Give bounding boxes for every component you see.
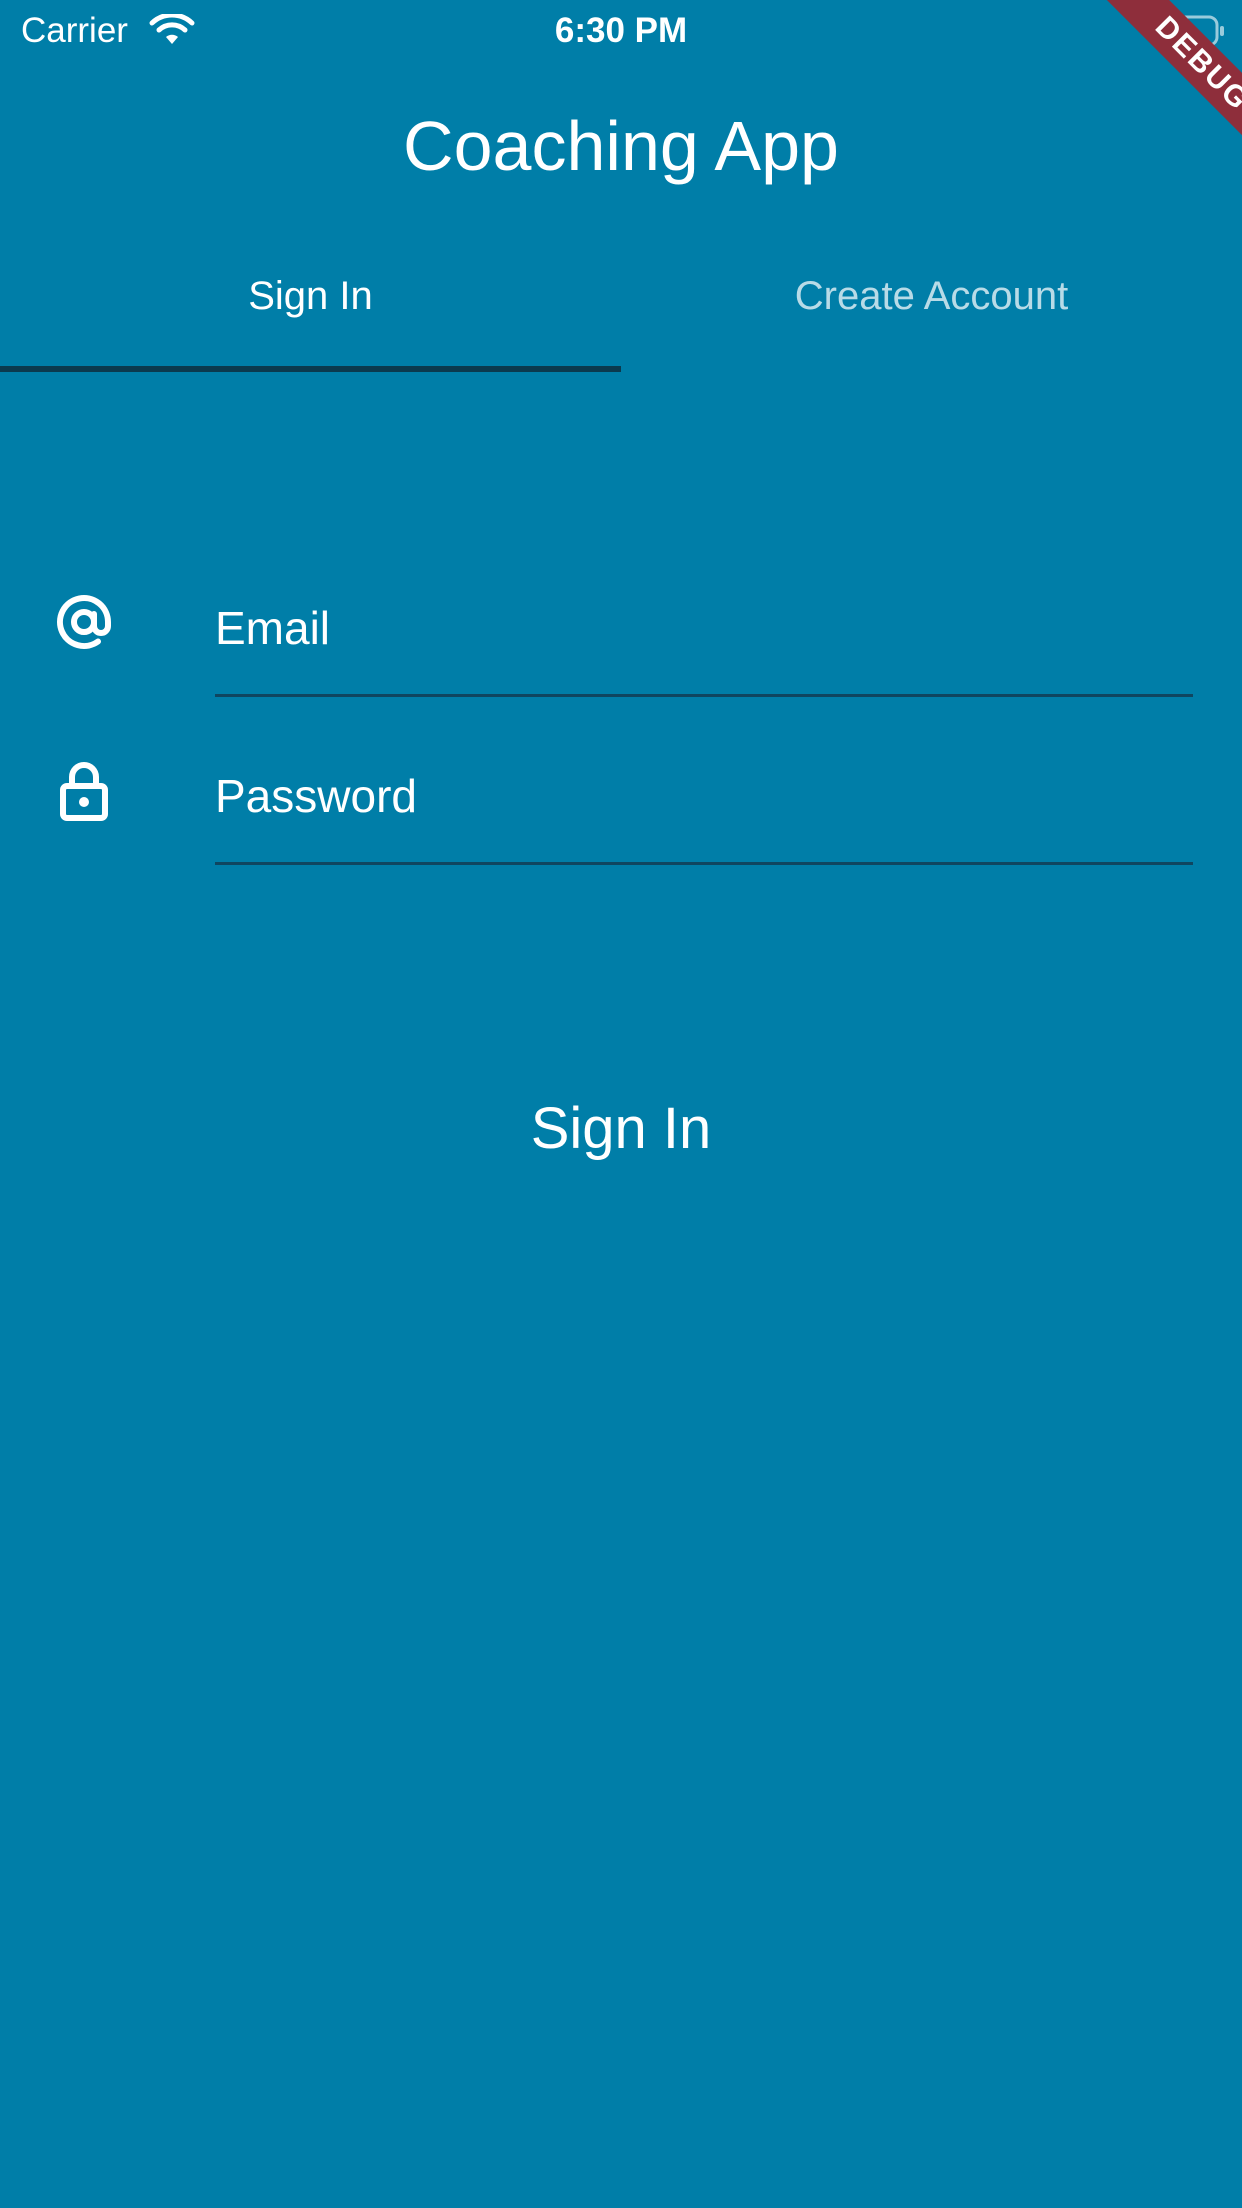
sign-in-button[interactable]: Sign In [421,1084,821,1174]
tab-indicator [0,366,621,372]
tab-bar: Sign In Create Account [0,256,1242,372]
password-input[interactable] [215,748,1193,844]
password-underline [215,862,1193,865]
lock-icon [60,762,108,821]
at-sign-icon [57,595,111,649]
tab-create-account[interactable]: Create Account [621,256,1242,372]
tab-sign-in[interactable]: Sign In [0,256,621,372]
email-underline [215,694,1193,697]
email-field-row [0,580,1242,697]
password-field-row [0,748,1242,865]
email-input[interactable] [215,580,1193,676]
app-title: Coaching App [403,107,839,185]
